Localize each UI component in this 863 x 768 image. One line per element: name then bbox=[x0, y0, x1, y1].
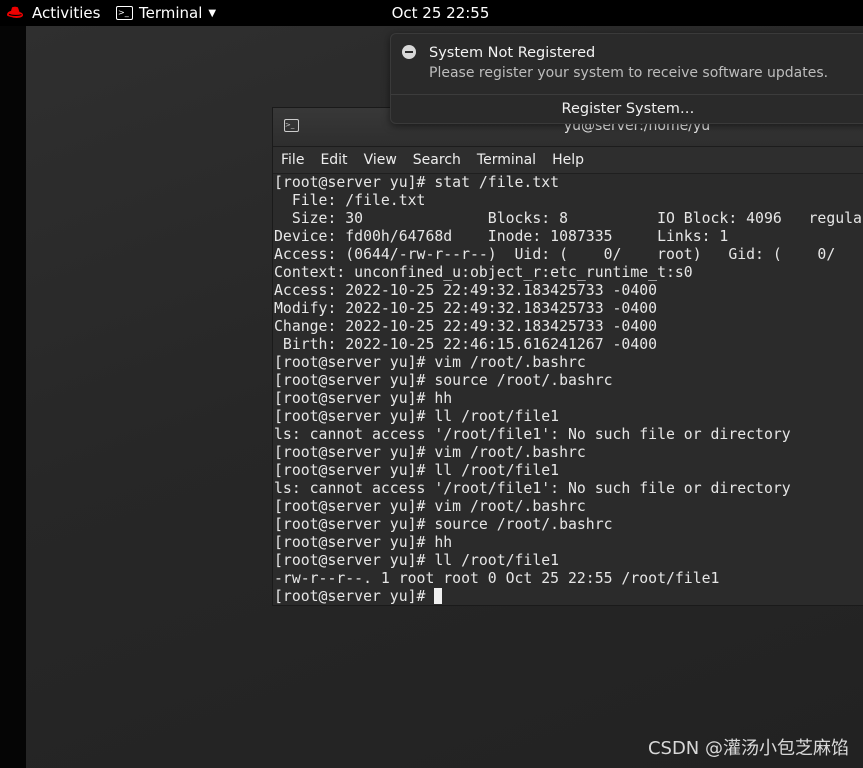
menu-search[interactable]: Search bbox=[405, 152, 469, 168]
menu-file[interactable]: File bbox=[273, 152, 312, 168]
text-cursor bbox=[434, 588, 443, 604]
watermark: CSDN @灌汤小包芝麻馅 bbox=[647, 738, 849, 759]
terminal-output-area[interactable]: [root@server yu]# stat /file.txt File: /… bbox=[273, 174, 863, 605]
terminal-prompt: [root@server yu]# bbox=[274, 588, 435, 605]
clock[interactable]: Oct 25 22:55 bbox=[0, 4, 863, 22]
notification-banner[interactable]: System Not Registered Please register yo… bbox=[390, 33, 863, 124]
notification-icon bbox=[402, 45, 416, 59]
desktop-edge bbox=[0, 26, 26, 768]
terminal-window[interactable]: >_ yu@server:/home/yu File Edit View Sea… bbox=[272, 107, 863, 606]
clock-label: Oct 25 22:55 bbox=[391, 4, 490, 22]
terminal-output: [root@server yu]# stat /file.txt File: /… bbox=[274, 174, 863, 587]
terminal-menubar: File Edit View Search Terminal Help bbox=[273, 147, 863, 174]
top-bar: Activities >_ Terminal ▼ Oct 25 22:55 bbox=[0, 0, 863, 26]
menu-terminal[interactable]: Terminal bbox=[469, 152, 544, 168]
menu-view[interactable]: View bbox=[356, 152, 405, 168]
notification-title: System Not Registered bbox=[429, 45, 596, 61]
menu-help[interactable]: Help bbox=[544, 152, 592, 168]
register-system-button[interactable]: Register System… bbox=[391, 95, 863, 124]
menu-edit[interactable]: Edit bbox=[312, 152, 355, 168]
notification-body: Please register your system to receive s… bbox=[429, 65, 829, 81]
